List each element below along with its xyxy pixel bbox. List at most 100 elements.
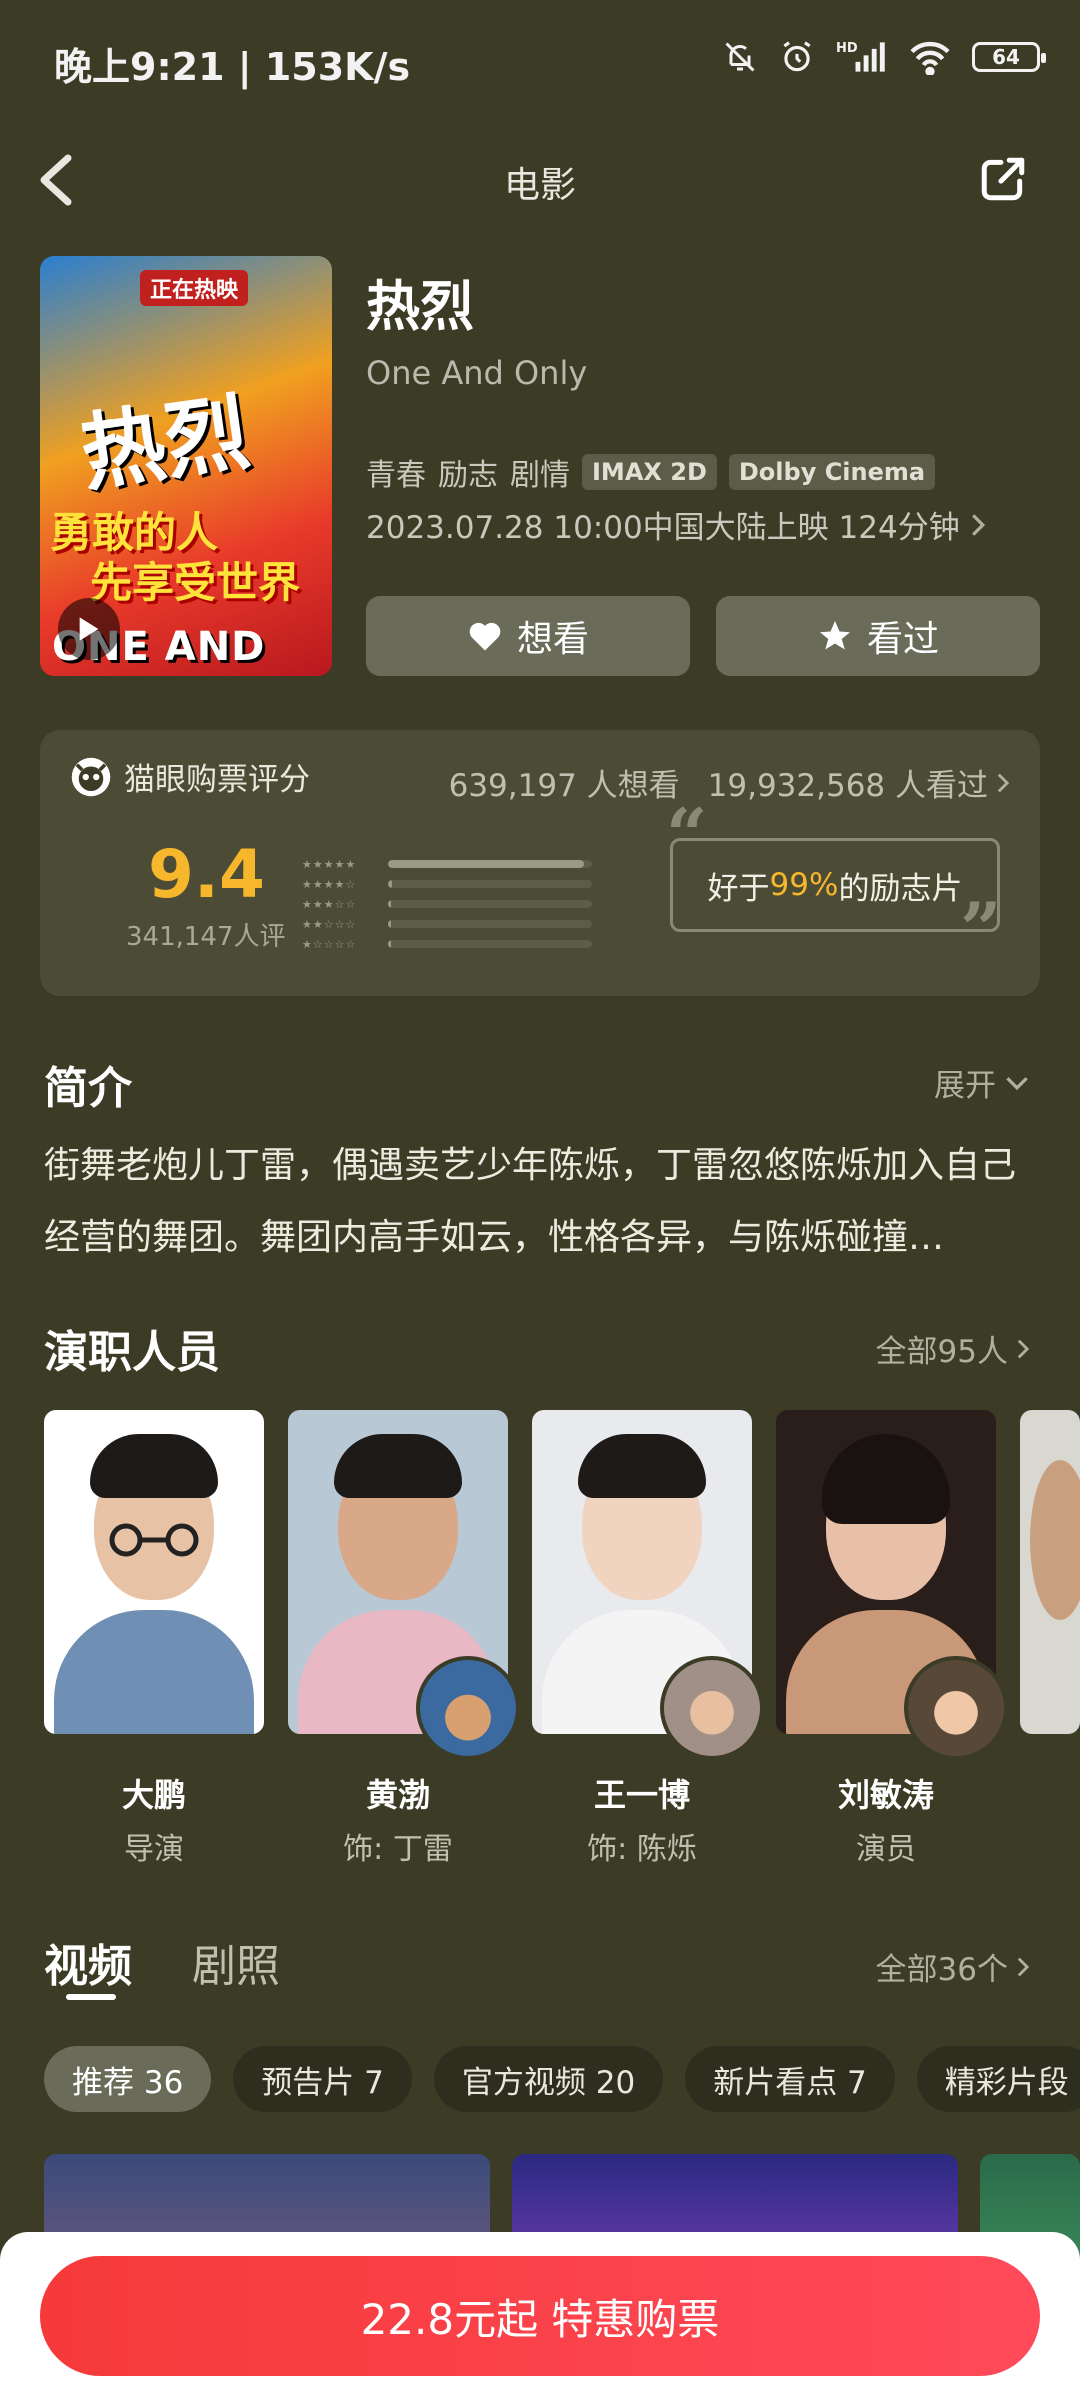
release-info[interactable]: 2023.07.28 10:00中国大陆上映 124分钟: [366, 502, 986, 547]
rating-bar-2: ★★☆☆☆: [302, 914, 592, 934]
all-videos-link[interactable]: 全部36个: [876, 1944, 1030, 1989]
all-cast-label: 全部95人: [875, 1334, 1008, 1370]
movie-title: 热烈: [366, 275, 474, 338]
cast-photo: [1020, 1410, 1080, 1734]
genre-tag: 青春: [366, 458, 426, 493]
bar-fill: [388, 880, 393, 888]
genre-tag: 励志: [438, 458, 498, 493]
compare-suffix: 的励志片: [838, 870, 963, 907]
compare-pct: 99%: [769, 867, 839, 903]
comparison-badge: 好于 99% 的励志片: [670, 838, 1000, 932]
bar-fill: [388, 940, 392, 948]
four-star-icon: ★★★★☆: [302, 877, 357, 891]
share-icon[interactable]: [978, 154, 1028, 204]
chip-highlights[interactable]: 新片看点 7: [685, 2046, 895, 2112]
want-label: 想看: [516, 619, 589, 660]
chevron-right-icon: [971, 513, 985, 536]
movie-poster[interactable]: 正在热映 热烈 勇敢的人 先享受世界 ONE AND ONLY: [40, 256, 332, 676]
status-time: 晚上9:21 | 153K/s: [54, 45, 411, 89]
cast-name: 黄渤: [365, 1776, 430, 1814]
svg-text:HD: HD: [836, 41, 858, 56]
rating-label: 猫眼购票评分: [124, 762, 310, 798]
one-star-icon: ★☆☆☆☆: [302, 937, 357, 951]
alarm-icon: [783, 41, 811, 72]
cast-list: 大鹏 导演 黄渤 饰: 丁雷 王一博 饰: 陈烁 刘敏涛 演员: [44, 1410, 1080, 1868]
poster-slogan-line1: 勇敢的人: [50, 508, 219, 557]
page-title: 电影: [503, 165, 576, 206]
chevron-right-icon: [997, 773, 1010, 792]
heart-icon: [469, 622, 501, 651]
cast-member[interactable]: 刘敏涛 演员: [776, 1410, 1008, 1868]
rating-bar-5: ★★★★★: [302, 854, 592, 874]
close-quote-icon: ”: [960, 886, 1002, 971]
battery-icon: 64: [972, 42, 1046, 72]
chevron-down-icon: [1006, 1076, 1028, 1090]
want-count: 639,197 人想看: [448, 768, 680, 804]
expand-intro-button[interactable]: 展开: [934, 1060, 1030, 1105]
buy-ticket-button[interactable]: 22.8元起 特惠购票: [40, 2256, 1040, 2376]
three-star-icon: ★★★☆☆: [302, 897, 357, 911]
cast-name: 大鹏: [121, 1776, 186, 1814]
cast-role: 饰: 陈烁: [587, 1832, 697, 1867]
rating-header: 猫眼购票评分: [70, 754, 310, 799]
wifi-icon: [910, 41, 950, 75]
rating-bar-1: ★☆☆☆☆: [302, 934, 592, 954]
cast-role: 饰: 丁雷: [343, 1832, 453, 1867]
genre-tag: 剧情: [510, 458, 570, 493]
score-value: 9.4: [148, 836, 265, 913]
cast-member[interactable]: 黄渤 饰: 丁雷: [288, 1410, 520, 1868]
status-icons: HD 64: [722, 38, 1046, 76]
play-icon[interactable]: [58, 598, 120, 660]
poster-badge: 正在热映: [140, 270, 249, 306]
movie-tags: 青春 励志 剧情 IMAX 2D Dolby Cinema: [366, 450, 936, 494]
intro-text: 街舞老炮儿丁雷，偶遇卖艺少年陈烁，丁雷忽悠陈烁加入自己经营的舞团。舞团内高手如云…: [44, 1145, 1017, 1258]
signal-hd-icon: HD: [836, 41, 885, 72]
five-star-icon: ★★★★★: [302, 857, 357, 871]
tab-active-indicator: [66, 1994, 116, 2000]
cat-eye-logo-icon: [71, 757, 111, 796]
two-star-icon: ★★☆☆☆: [302, 917, 357, 931]
intro-heading: 简介: [44, 1063, 132, 1114]
all-cast-link[interactable]: 全部95人: [876, 1326, 1030, 1371]
cast-name: 刘敏涛: [837, 1776, 934, 1814]
audience-counts[interactable]: 639,197 人想看 19,932,568 人看过: [449, 760, 1010, 805]
release-text: 2023.07.28 10:00中国大陆上映 124分钟: [366, 510, 960, 546]
poster-slogan: 勇敢的人 先享受世界: [50, 508, 300, 608]
battery-level: 64: [992, 45, 1020, 69]
cast-member[interactable]: 王一博 饰: 陈烁: [532, 1410, 764, 1868]
cast-photo: [44, 1410, 264, 1734]
bar-fill: [388, 860, 584, 868]
bar-fill: [388, 920, 392, 928]
cast-name: 王一博: [593, 1776, 690, 1814]
cast-role: 演员: [856, 1832, 916, 1867]
cast-heading: 演职人员: [44, 1327, 220, 1378]
mute-bell-icon: [725, 42, 755, 72]
cast-member[interactable]: 大鹏 导演: [44, 1410, 264, 1868]
all-videos-label: 全部36个: [875, 1952, 1008, 1988]
rating-bar-4: ★★★★☆: [302, 874, 592, 894]
chip-trailers[interactable]: 预告片 7: [233, 2046, 412, 2112]
tab-stills[interactable]: 剧照: [192, 1930, 280, 1994]
compare-prefix: 好于: [707, 870, 770, 907]
rating-distribution: ★★★★★ ★★★★☆ ★★★☆☆ ★★☆☆☆ ★☆☆☆☆: [302, 854, 592, 954]
format-tag-dolby: Dolby Cinema: [728, 454, 936, 490]
seen-label: 看过: [866, 619, 939, 660]
tab-video[interactable]: 视频: [44, 1930, 132, 1994]
bar-fill: [388, 900, 392, 908]
star-icon: [819, 621, 850, 650]
want-to-see-button[interactable]: 想看: [366, 596, 690, 676]
poster-title-art: 热烈: [74, 381, 255, 504]
chevron-right-icon: [1017, 1957, 1030, 1976]
seen-count: 19,932,568 人看过: [707, 768, 988, 804]
chip-clips[interactable]: 精彩片段: [916, 2046, 1080, 2112]
chevron-right-icon: [1017, 1339, 1030, 1358]
rating-bar-3: ★★★☆☆: [302, 894, 592, 914]
cast-member-partial[interactable]: [1020, 1410, 1080, 1868]
format-tag-imax: IMAX 2D: [582, 454, 717, 490]
rating-card[interactable]: 猫眼购票评分 639,197 人想看 19,932,568 人看过 9.4 34…: [40, 730, 1040, 996]
have-seen-button[interactable]: 看过: [716, 596, 1040, 676]
chip-recommended[interactable]: 推荐 36: [44, 2046, 212, 2112]
expand-label: 展开: [934, 1068, 996, 1104]
role-avatar: [904, 1656, 1008, 1760]
chip-official-videos[interactable]: 官方视频 20: [433, 2046, 664, 2112]
